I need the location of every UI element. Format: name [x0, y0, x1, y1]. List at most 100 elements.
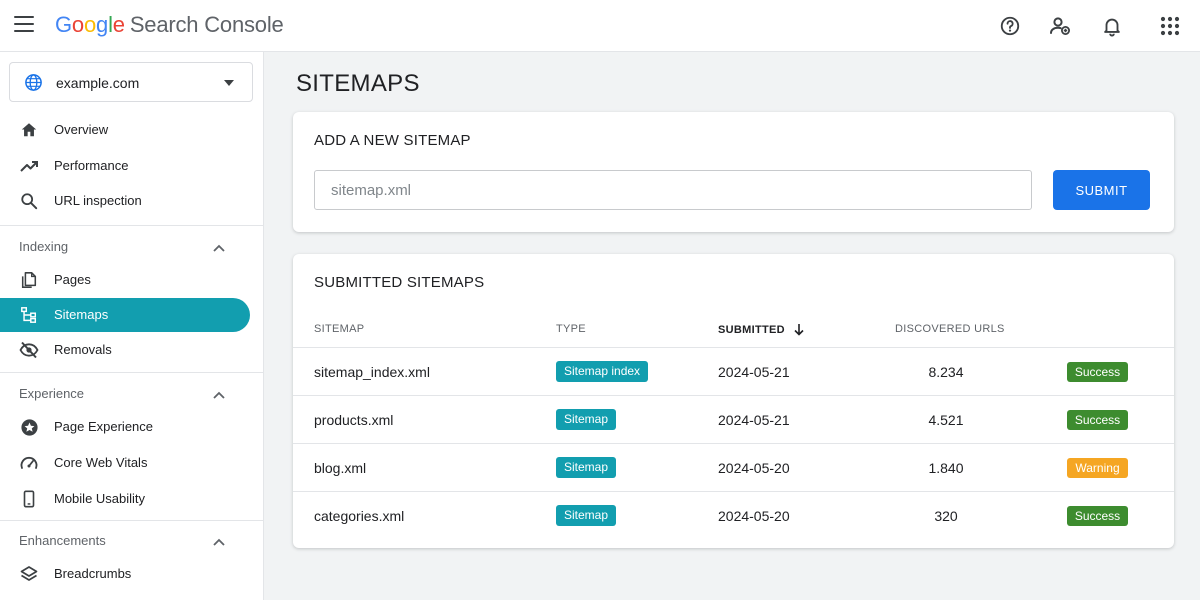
logo-letter: e [112, 12, 125, 37]
sidebar-item-label: Performance [54, 158, 129, 173]
help-icon[interactable] [996, 12, 1024, 40]
section-label: Experience [19, 386, 85, 401]
chevron-up-icon [212, 534, 226, 552]
sidebar-divider [0, 372, 263, 373]
section-label: Indexing [19, 239, 69, 254]
sidebar: example.com Overview Performance URL ins… [0, 52, 264, 600]
phone-icon [19, 489, 39, 509]
sidebar-item-performance[interactable]: Performance [0, 149, 250, 183]
pages-icon [19, 270, 39, 290]
trending-up-icon [19, 156, 39, 176]
submitted-date: 2024-05-20 [718, 508, 790, 524]
eye-off-icon [19, 340, 39, 360]
sidebar-item-url-inspection[interactable]: URL inspection [0, 184, 250, 218]
sidebar-item-label: Page Experience [54, 419, 154, 434]
search-icon [19, 191, 39, 211]
sitemap-name: sitemap_index.xml [314, 364, 430, 380]
sidebar-item-label: Breadcrumbs [54, 566, 132, 581]
layers-icon [19, 564, 39, 584]
section-header-experience[interactable]: Experience [0, 379, 250, 407]
discovered-urls-count: 320 [934, 508, 958, 524]
column-header-label: TYPE [556, 323, 586, 335]
sitemap-name: blog.xml [314, 460, 367, 476]
table-row[interactable]: sitemap_index.xml Sitemap index 2024-05-… [293, 347, 1174, 395]
submitted-sitemaps-card: SUBMITTED SITEMAPS SITEMAP TYPE SUBMITTE… [293, 254, 1174, 548]
apps-grid-icon[interactable] [1156, 12, 1184, 40]
sidebar-item-label: Mobile Usability [54, 491, 146, 506]
card-title: ADD A NEW SITEMAP [314, 132, 471, 149]
column-header-submitted[interactable]: SUBMITTED [718, 323, 805, 339]
table-row[interactable]: blog.xml Sitemap 2024-05-20 1.840 Warnin… [293, 443, 1174, 491]
column-header-label: DISCOVERED URLS [895, 323, 1005, 335]
discovered-urls-count: 8.234 [928, 364, 964, 380]
main-menu-icon[interactable] [14, 16, 34, 34]
submit-button[interactable]: SUBMIT [1053, 170, 1150, 210]
add-sitemap-card: ADD A NEW SITEMAP SUBMIT [293, 112, 1174, 232]
sidebar-item-label: Core Web Vitals [54, 455, 148, 470]
type-badge: Sitemap [556, 457, 617, 478]
status-badge: Success [1067, 410, 1128, 430]
logo-letter: g [96, 12, 109, 37]
status-badge: Success [1067, 506, 1128, 526]
type-badge: Sitemap [556, 409, 617, 430]
submitted-date: 2024-05-21 [718, 364, 790, 380]
discovered-urls-count: 4.521 [928, 412, 964, 428]
column-header-discovered-urls[interactable]: DISCOVERED URLS [895, 323, 1005, 335]
sidebar-item-overview[interactable]: Overview [0, 113, 250, 147]
sidebar-item-mobile-usability[interactable]: Mobile Usability [0, 482, 250, 516]
sitemap-name: products.xml [314, 412, 394, 428]
sitemap-icon [19, 305, 39, 325]
sidebar-item-label: URL inspection [54, 193, 142, 208]
product-name: Search Console [129, 12, 284, 37]
globe-icon [24, 73, 43, 97]
chevron-up-icon [212, 387, 226, 405]
section-header-enhancements[interactable]: Enhancements [0, 526, 250, 554]
top-app-bar: Google Search Console [0, 0, 1200, 52]
star-badge-icon [19, 417, 39, 437]
sidebar-item-removals[interactable]: Removals [0, 333, 250, 367]
sidebar-item-core-web-vitals[interactable]: Core Web Vitals [0, 446, 250, 480]
arrow-down-icon [793, 323, 805, 339]
sidebar-item-label: Pages [54, 272, 91, 287]
submitted-date: 2024-05-21 [718, 412, 790, 428]
status-badge: Success [1067, 362, 1128, 382]
sitemap-name: categories.xml [314, 508, 405, 524]
type-badge: Sitemap index [556, 361, 649, 382]
table-row[interactable]: categories.xml Sitemap 2024-05-20 320 Su… [293, 491, 1174, 539]
logo-letter: o [71, 12, 84, 37]
section-header-indexing[interactable]: Indexing [0, 232, 250, 260]
search-console-logo[interactable]: Google Search Console [55, 12, 284, 38]
column-header-label: SITEMAP [314, 323, 365, 335]
sitemap-url-input[interactable] [314, 170, 1032, 210]
status-badge: Warning [1067, 458, 1128, 478]
sidebar-item-label: Removals [54, 342, 112, 357]
sidebar-divider [0, 520, 263, 521]
logo-letter: G [55, 12, 72, 37]
dropdown-caret-icon [224, 80, 234, 86]
property-selector[interactable]: example.com [9, 62, 253, 102]
card-title: SUBMITTED SITEMAPS [314, 274, 485, 291]
home-icon [19, 120, 39, 140]
chevron-up-icon [212, 240, 226, 258]
column-header-type[interactable]: TYPE [556, 323, 586, 335]
manage-users-icon[interactable] [1046, 12, 1074, 40]
column-header-sitemap[interactable]: SITEMAP [314, 323, 364, 335]
sidebar-item-breadcrumbs[interactable]: Breadcrumbs [0, 557, 250, 591]
notifications-bell-icon[interactable] [1098, 12, 1126, 40]
column-header-label: SUBMITTED [718, 324, 785, 336]
sidebar-item-page-experience[interactable]: Page Experience [0, 410, 250, 444]
submitted-date: 2024-05-20 [718, 460, 790, 476]
page-title: SITEMAPS [296, 70, 420, 97]
sidebar-item-label: Sitemaps [54, 307, 109, 322]
sidebar-item-label: Overview [54, 122, 109, 137]
section-label: Enhancements [19, 533, 106, 548]
sidebar-item-pages[interactable]: Pages [0, 263, 250, 297]
discovered-urls-count: 1.840 [928, 460, 964, 476]
sidebar-divider [0, 225, 263, 226]
sidebar-item-sitemaps[interactable]: Sitemaps [0, 298, 250, 332]
property-name: example.com [56, 75, 140, 91]
type-badge: Sitemap [556, 505, 617, 526]
table-row[interactable]: products.xml Sitemap 2024-05-21 4.521 Su… [293, 395, 1174, 443]
gauge-icon [19, 453, 39, 473]
logo-letter: o [83, 12, 97, 37]
